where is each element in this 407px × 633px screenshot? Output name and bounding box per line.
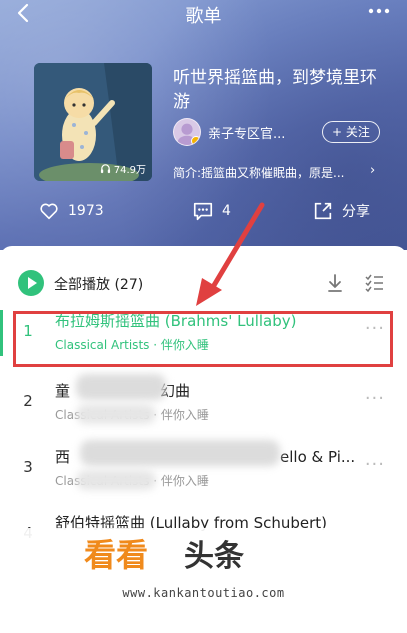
svg-text:看看: 看看 (84, 536, 148, 574)
follow-button[interactable]: + 关注 (322, 121, 380, 143)
song-more-icon[interactable]: ··· (365, 388, 385, 409)
share-button[interactable]: 分享 (312, 200, 370, 222)
action-bar: 1973 4 分享 (0, 200, 407, 230)
creator-name[interactable]: 亲子专区官... (208, 123, 316, 142)
play-count-value: 74.9万 (113, 165, 146, 176)
playlist-intro[interactable]: 简介:摇篮曲又称催眠曲，原是... (173, 164, 383, 181)
play-icon[interactable] (18, 270, 44, 296)
blur-mask (76, 404, 156, 424)
blur-mask (80, 440, 280, 466)
avatar[interactable] (173, 118, 201, 146)
like-count: 1973 (68, 203, 104, 219)
comment-icon (193, 202, 213, 221)
song-title-end: ello & Pi... (280, 448, 356, 466)
top-bar: 歌单 (0, 0, 407, 28)
song-title-start: 西 (55, 448, 71, 466)
heart-icon (40, 203, 58, 220)
now-playing-indicator (0, 310, 3, 356)
download-icon[interactable] (324, 272, 346, 294)
chevron-right-icon[interactable]: › (370, 163, 375, 178)
song-index: 3 (23, 458, 33, 476)
comment-button[interactable]: 4 (192, 200, 231, 222)
song-title-start: 童 (55, 382, 71, 400)
svg-text:头条: 头条 (184, 539, 244, 574)
share-label: 分享 (342, 204, 370, 220)
like-button[interactable]: 1973 (38, 200, 104, 222)
play-all-row[interactable]: 全部播放 (27) (18, 270, 398, 298)
verified-badge-icon (191, 136, 200, 145)
blur-mask (76, 374, 166, 400)
highlight-annotation (13, 311, 393, 367)
song-row-2[interactable]: 2 童幻曲 Classical Artists · 伴你入睡 ··· (0, 374, 407, 432)
playlist-title: 听世界摇篮曲，到梦境里环游 (173, 68, 377, 112)
headphone-icon (100, 164, 110, 174)
playlist-header: 歌单 74.9万 听世界摇篮曲，到梦境里环游 亲子专区官... + 关注 简介:… (0, 0, 407, 250)
playlist-cover[interactable]: 74.9万 (34, 63, 152, 181)
song-index: 2 (23, 392, 33, 410)
watermark: 看看 头条 www.kankantoutiao.com (0, 528, 407, 633)
song-row-3[interactable]: 3 西ello & Pi... Classical Artists · 伴你入睡… (0, 440, 407, 498)
play-all-label[interactable]: 全部播放 (27) (54, 274, 143, 294)
blur-mask (76, 470, 156, 490)
multi-select-icon[interactable] (363, 272, 385, 294)
play-count: 74.9万 (100, 161, 146, 176)
watermark-url: www.kankantoutiao.com (122, 586, 285, 600)
creator-row: 亲子专区官... + 关注 (173, 117, 380, 147)
more-options-icon[interactable] (365, 2, 393, 20)
share-icon (314, 202, 332, 220)
page-title: 歌单 (185, 6, 222, 27)
comment-count: 4 (222, 203, 231, 219)
song-more-icon[interactable]: ··· (365, 454, 385, 475)
watermark-logo: 看看 头条 (84, 536, 244, 574)
